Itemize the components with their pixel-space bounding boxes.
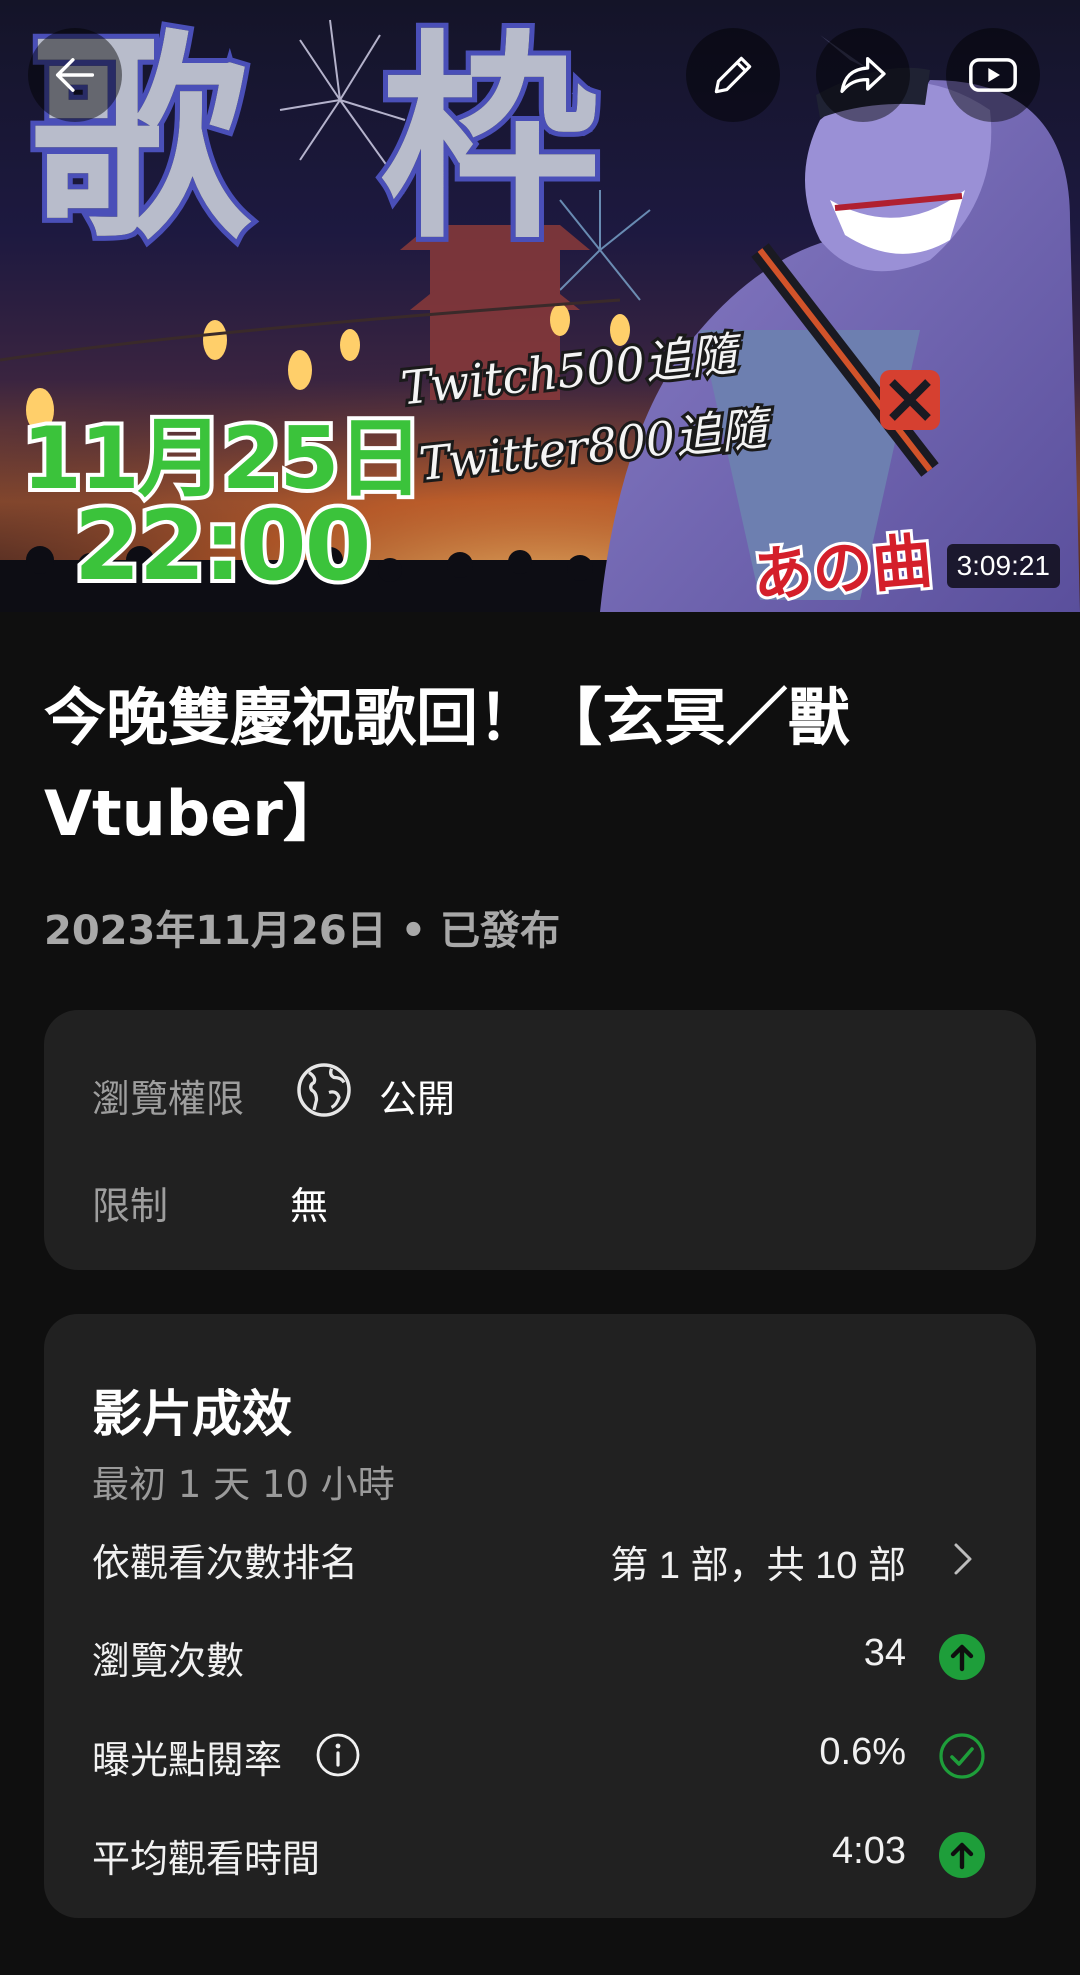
share-icon [840, 57, 886, 93]
restriction-label: 限制 [92, 1184, 169, 1228]
visibility-value: 公開 [379, 1077, 456, 1121]
share-button[interactable] [816, 28, 910, 122]
views-label: 瀏覽次數 [92, 1639, 245, 1683]
info-icon[interactable] [314, 1731, 362, 1779]
avg-watch-time-label: 平均觀看時間 [92, 1837, 321, 1881]
duration-badge: 3:09:21 [946, 544, 1060, 588]
video-title: 今晚雙慶祝歌回！【玄冥／獸Vtuber】 [44, 681, 851, 850]
pencil-icon [714, 56, 752, 94]
visibility-card[interactable]: 瀏覽權限 公開 限制 無 [44, 1010, 1036, 1270]
performance-title: 影片成效 [92, 1385, 292, 1443]
performance-period: 最初 1 天 10 小時 [92, 1463, 395, 1506]
visibility-label: 瀏覽權限 [92, 1077, 245, 1121]
thumbnail-date-time: 22:00 [70, 490, 376, 602]
youtube-icon [969, 58, 1017, 92]
open-youtube-button[interactable] [946, 28, 1040, 122]
arrow-up-circle-icon [939, 1832, 985, 1878]
ctr-value: 0.6% [819, 1731, 906, 1773]
views-row: 瀏覽次數 34 [44, 1612, 1036, 1702]
rank-value: 第 1 部，共 10 部 [610, 1545, 906, 1587]
back-button[interactable] [28, 28, 122, 122]
avg-watch-time-row: 平均觀看時間 4:03 [44, 1810, 1036, 1900]
rank-label: 依觀看次數排名 [92, 1541, 359, 1585]
arrow-left-icon [55, 58, 95, 92]
ctr-label: 曝光點閱率 [92, 1738, 283, 1782]
video-thumbnail[interactable]: 歌 枠 Twitch500追隨 Twitter800追隨 11月25日 22:0… [0, 0, 1080, 612]
ctr-row: 曝光點閱率 0.6% [44, 1711, 1036, 1801]
arrow-up-circle-icon [939, 1634, 985, 1680]
thumbnail-song-text: あの曲 [747, 523, 938, 612]
avg-watch-time-value: 4:03 [832, 1830, 906, 1872]
restriction-value: 無 [290, 1184, 329, 1228]
thumbnail-title-right: 枠 [375, 12, 605, 268]
globe-icon [297, 1063, 351, 1117]
views-value: 34 [863, 1632, 906, 1674]
performance-card: 影片成效 最初 1 天 10 小時 依觀看次數排名 第 1 部，共 10 部 瀏… [44, 1314, 1036, 1918]
check-circle-icon [939, 1733, 985, 1779]
edit-button[interactable] [686, 28, 780, 122]
rank-row[interactable]: 依觀看次數排名 第 1 部，共 10 部 [44, 1514, 1036, 1604]
publish-info: 2023年11月26日 • 已發布 [44, 908, 561, 954]
chevron-right-icon [954, 1543, 972, 1575]
thumbnail-date: 11月25日 22:00 [18, 412, 427, 602]
